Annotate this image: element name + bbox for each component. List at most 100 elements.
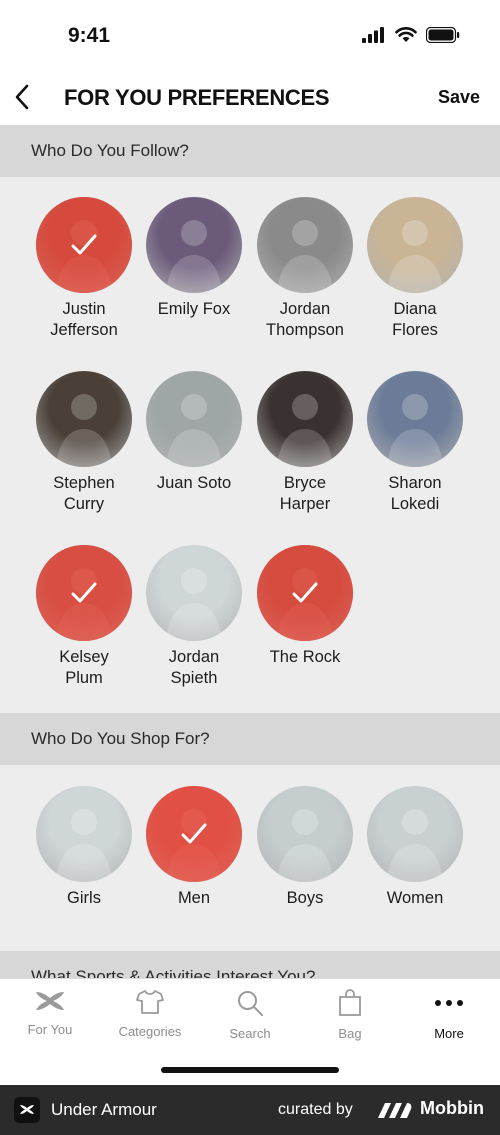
shop-label: Boys (286, 889, 324, 907)
follow-item-emily-fox[interactable]: Emily Fox (139, 197, 249, 320)
selected-overlay (36, 197, 132, 293)
battery-icon (426, 27, 460, 43)
person-photo-icon (387, 809, 443, 882)
shop-avatar[interactable] (257, 786, 353, 882)
follow-label: Diana Flores (392, 300, 438, 339)
follow-label: Juan Soto (156, 474, 232, 492)
shirt-icon (136, 990, 164, 1014)
shop-section-title: Who Do You Shop For? (31, 729, 210, 748)
save-button[interactable]: Save (438, 87, 480, 108)
person-photo-icon (56, 394, 112, 467)
attribution-footer: Under Armour curated by Mobbin (0, 1085, 500, 1135)
follow-section-title: Who Do You Follow? (31, 141, 189, 160)
follow-item-juan-soto[interactable]: Juan Soto (139, 371, 249, 494)
shop-avatar[interactable] (36, 786, 132, 882)
person-photo-icon (277, 220, 333, 293)
follow-item-sharon-lokedi[interactable]: Sharon Lokedi (360, 371, 470, 515)
follow-label: Bryce Harper (279, 474, 331, 513)
follow-avatar[interactable] (367, 371, 463, 467)
shop-item-women[interactable]: Women (360, 786, 470, 909)
chevron-left-icon (15, 84, 29, 110)
tab-categories-label: Categories (118, 1024, 182, 1039)
selected-overlay (146, 786, 242, 882)
status-time: 9:41 (68, 24, 111, 47)
shop-item-boys[interactable]: Boys (250, 786, 360, 909)
follow-avatar[interactable] (146, 545, 242, 641)
mobbin-logo-icon (378, 1103, 412, 1118)
shop-item-men[interactable]: Men (139, 786, 249, 909)
shop-label: Men (177, 889, 211, 907)
shop-avatar[interactable] (146, 786, 242, 882)
checkmark-icon (292, 582, 318, 603)
follow-item-diana-flores[interactable]: Diana Flores (360, 197, 470, 341)
follow-item-stephen-curry[interactable]: Stephen Curry (29, 371, 139, 515)
follow-item-bryce-harper[interactable]: Bryce Harper (250, 371, 360, 515)
follow-label: Justin Jefferson (50, 300, 118, 339)
cellular-signal-icon (362, 27, 384, 43)
checkmark-icon (71, 582, 97, 603)
tab-more[interactable]: More (399, 989, 499, 1041)
shop-label: Women (386, 889, 444, 907)
follow-item-the-rock[interactable]: The Rock (250, 545, 360, 668)
page-title: FOR YOU PREFERENCES (64, 85, 330, 110)
person-photo-icon (277, 809, 333, 882)
tab-search[interactable]: Search (200, 989, 300, 1041)
nav-bar: FOR YOU PREFERENCES Save (0, 72, 500, 125)
selected-overlay (36, 545, 132, 641)
follow-avatar[interactable] (146, 197, 242, 293)
more-dots-icon (435, 1000, 463, 1006)
follow-avatar[interactable] (257, 197, 353, 293)
checkmark-icon (71, 234, 97, 255)
shop-label: Girls (67, 889, 101, 907)
shop-item-girls[interactable]: Girls (29, 786, 139, 909)
shop-section-header: Who Do You Shop For? (0, 713, 500, 765)
follow-label: Kelsey Plum (59, 648, 109, 687)
follow-label: The Rock (269, 648, 341, 666)
follow-item-kelsey-plum[interactable]: Kelsey Plum (29, 545, 139, 689)
selected-overlay (257, 545, 353, 641)
under-armour-logo-icon (14, 1097, 40, 1123)
follow-avatar[interactable] (257, 371, 353, 467)
shop-avatar[interactable] (367, 786, 463, 882)
follow-item-justin-jefferson[interactable]: Justin Jefferson (29, 197, 139, 341)
person-photo-icon (166, 394, 222, 467)
tab-categories[interactable]: Categories (100, 989, 200, 1039)
person-photo-icon (166, 568, 222, 641)
tab-for-you[interactable]: For You (0, 989, 100, 1037)
footer-mobbin: Mobbin (420, 1098, 484, 1118)
follow-item-jordan-thompson[interactable]: Jordan Thompson (250, 197, 360, 341)
follow-label: Stephen Curry (53, 474, 115, 513)
person-photo-icon (166, 220, 222, 293)
follow-avatar[interactable] (257, 545, 353, 641)
footer-curated: curated by (278, 1101, 353, 1118)
follow-avatar[interactable] (36, 197, 132, 293)
person-photo-icon (387, 220, 443, 293)
footer-brand: Under Armour (51, 1100, 157, 1119)
follow-avatar[interactable] (367, 197, 463, 293)
back-button[interactable] (8, 82, 36, 112)
tab-for-you-label: For You (27, 1022, 73, 1037)
person-photo-icon (56, 809, 112, 882)
tab-bag[interactable]: Bag (300, 989, 400, 1041)
tab-more-label: More (434, 1026, 464, 1041)
follow-item-jordan-spieth[interactable]: Jordan Spieth (139, 545, 249, 689)
checkmark-icon (181, 823, 207, 844)
wifi-icon (395, 27, 417, 42)
follow-label: Jordan Thompson (266, 300, 344, 339)
follow-label: Jordan Spieth (168, 648, 220, 687)
tab-bag-label: Bag (338, 1026, 362, 1041)
follow-section-header: Who Do You Follow? (0, 125, 500, 177)
follow-avatar[interactable] (36, 371, 132, 467)
bag-icon (339, 989, 361, 1016)
follow-avatar[interactable] (36, 545, 132, 641)
follow-avatar[interactable] (146, 371, 242, 467)
status-icons (362, 27, 460, 43)
follow-label: Sharon Lokedi (388, 474, 442, 513)
person-photo-icon (277, 394, 333, 467)
under-armour-logo-icon (36, 992, 64, 1010)
follow-label: Emily Fox (157, 300, 231, 318)
status-bar: 9:41 (0, 0, 500, 72)
search-icon (238, 991, 263, 1016)
tab-search-label: Search (229, 1026, 271, 1041)
home-indicator (161, 1067, 339, 1073)
